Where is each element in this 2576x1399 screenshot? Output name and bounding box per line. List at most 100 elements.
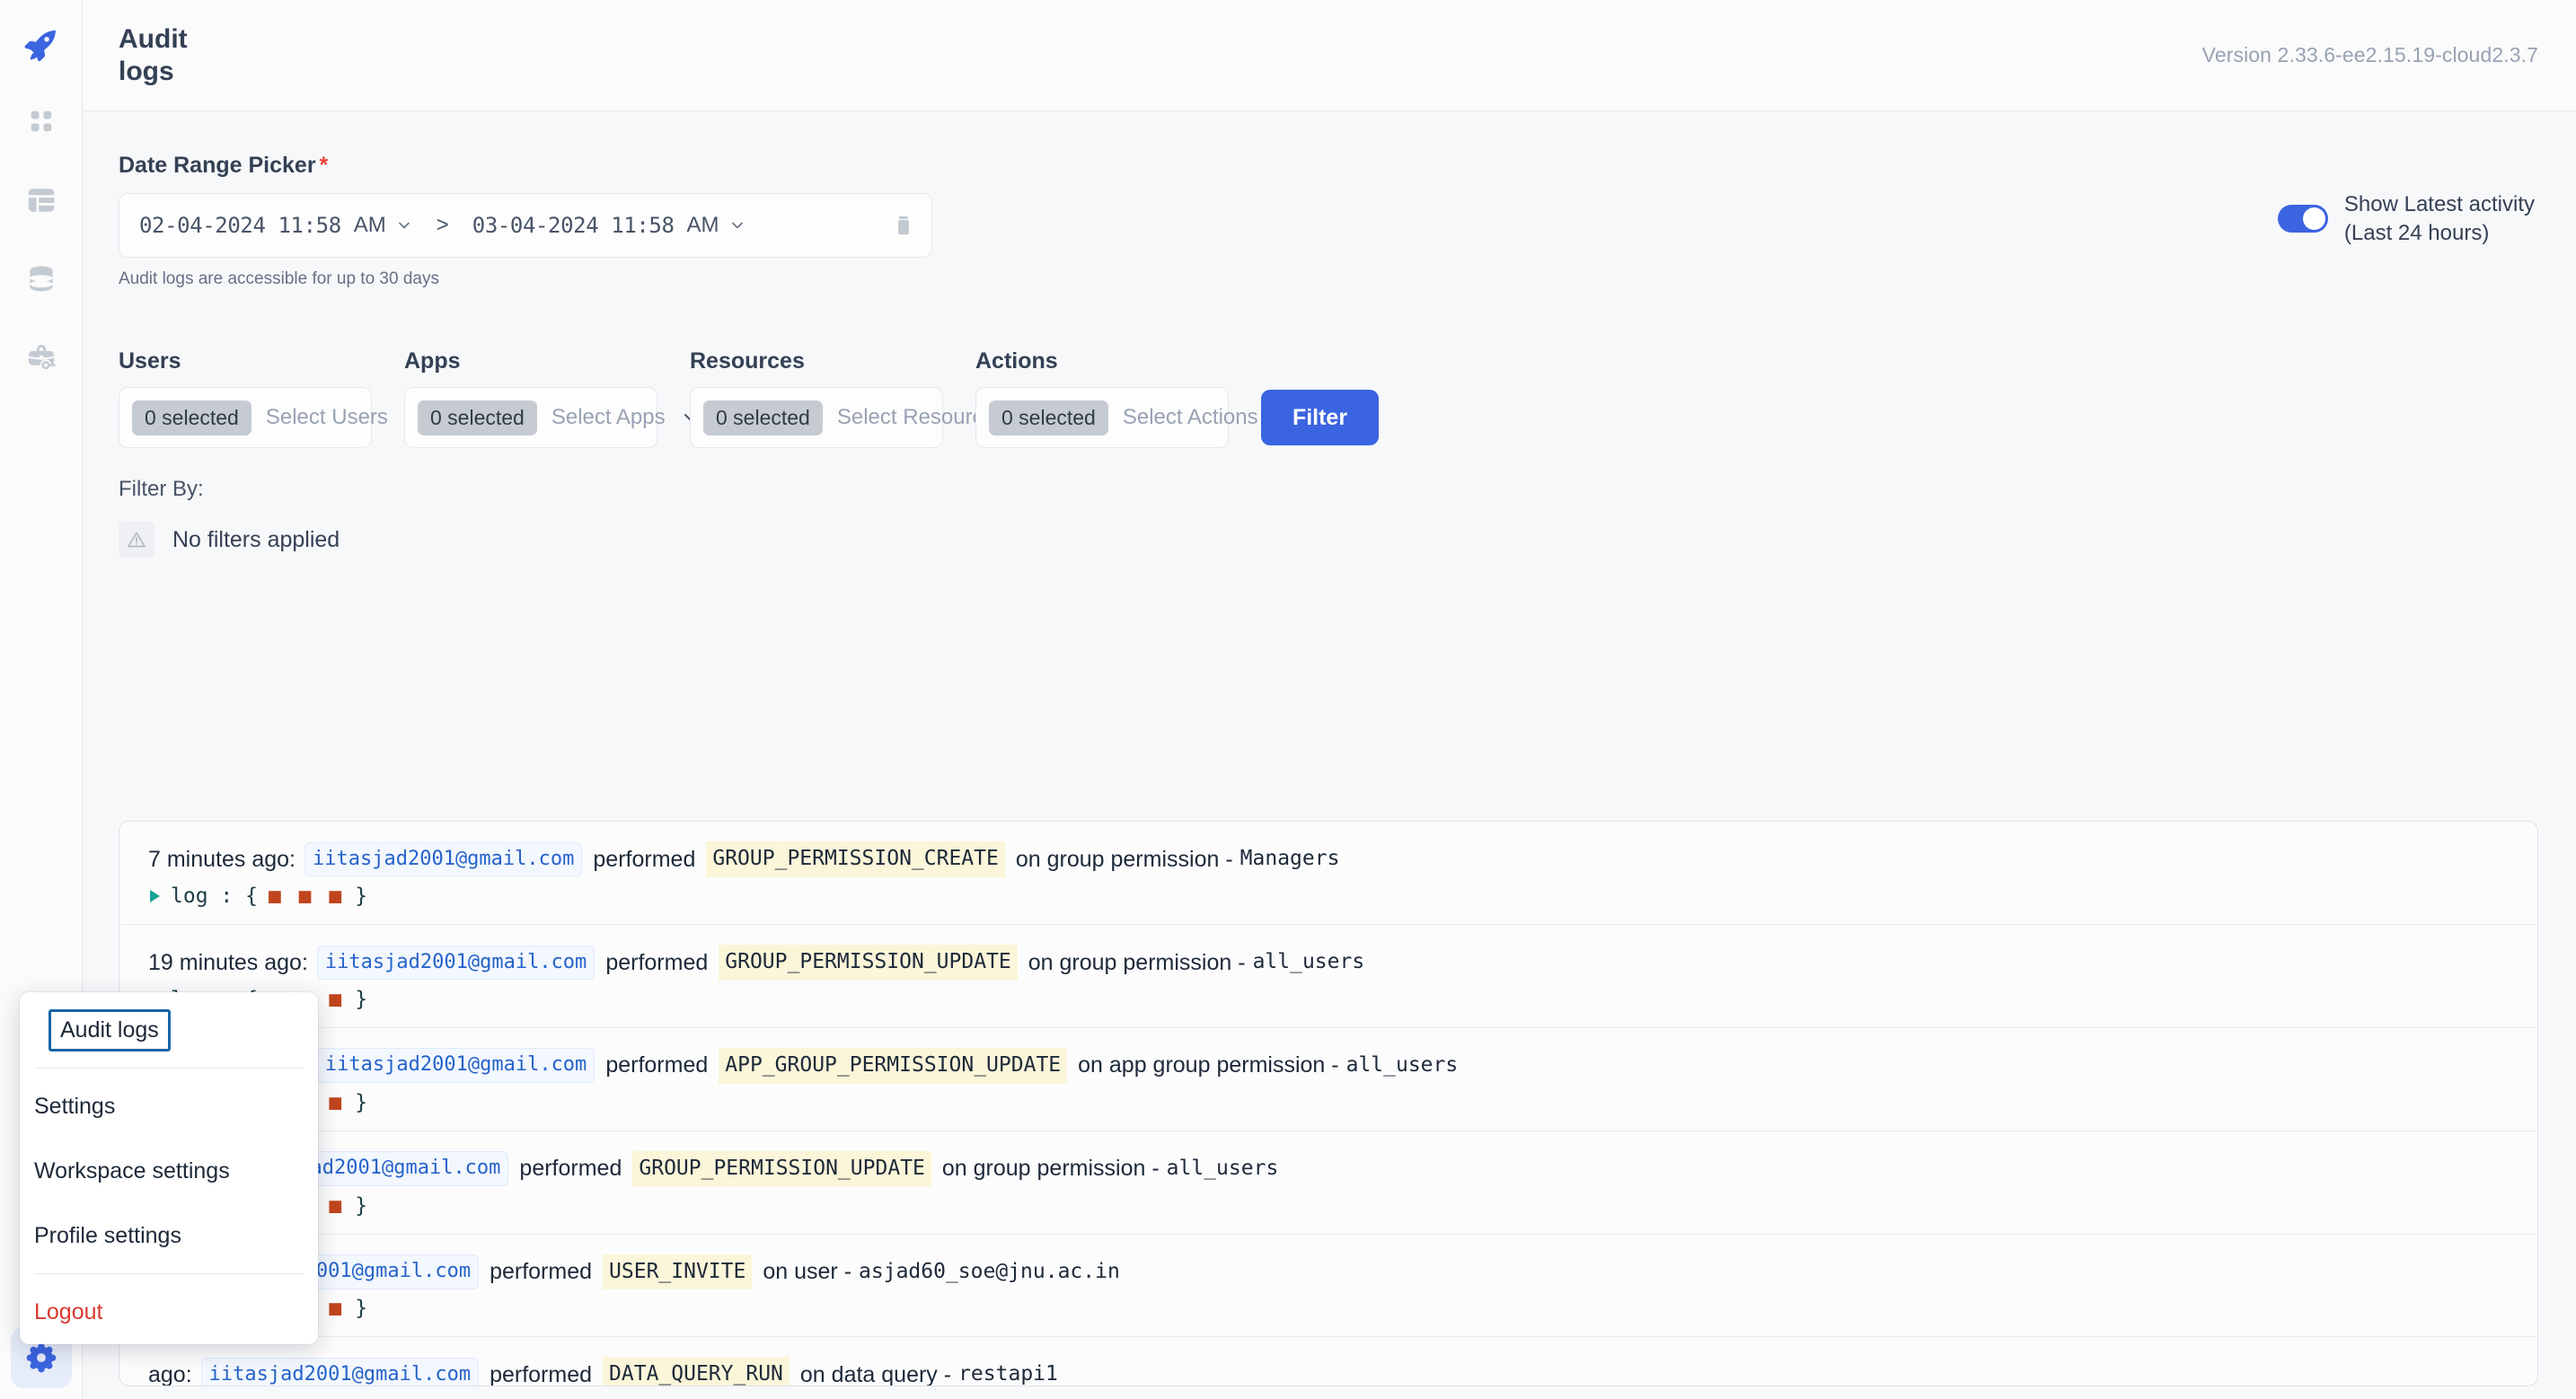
log-target-label: on group permission - [1028, 949, 1246, 975]
database-icon[interactable] [22, 260, 60, 298]
dashboard-layout-icon[interactable] [22, 181, 60, 219]
log-user-email[interactable]: iitasjad2001@gmail.com [304, 841, 583, 877]
menu-item-label: Audit logs [49, 1008, 171, 1051]
menu-divider [34, 1273, 304, 1274]
filter-label-resources: Resources [690, 348, 805, 374]
start-date-value[interactable]: 02-04-2024 [139, 213, 266, 238]
menu-item-label: Workspace settings [34, 1157, 230, 1183]
filter-label-apps: Apps [404, 348, 461, 374]
audit-log-list: 7 minutes ago: iitasjad2001@gmail.com perf… [119, 821, 2538, 1386]
filter-group-actions: Actions 0 selected Select Actions [975, 348, 1290, 448]
toggle-knob [2302, 207, 2325, 231]
date-range-block: Date Range Picker * 02-04-2024 11:58 AM >… [119, 153, 932, 289]
end-time-value[interactable]: 11:58 [611, 213, 675, 238]
audit-log-text: es ago:iitasjad2001@gmail.comperformedGR… [148, 1150, 2509, 1187]
no-filters-row: No filters applied [119, 522, 2538, 558]
log-json-close: } [355, 1090, 368, 1114]
log-user-email[interactable]: iitasjad2001@gmail.com [316, 945, 595, 981]
audit-log-row: ago: iitasjad2001@gmail.com performed DATA_… [119, 1337, 2537, 1386]
log-target-label: on app group permission - [1078, 1052, 1339, 1078]
log-action-badge: DATA_QUERY_RUN [603, 1357, 790, 1386]
range-separator: > [436, 213, 449, 237]
rail-icon-list [22, 102, 60, 377]
log-timestamp: 19 minutes ago: [148, 949, 308, 975]
audit-log-text: ago:iitasjad2001@gmail.comperformedUSER_… [148, 1254, 2509, 1290]
resources-selected-count: 0 selected [703, 400, 823, 436]
menu-item-profile-settings[interactable]: Profile settings [20, 1203, 318, 1268]
log-action-badge: GROUP_PERMISSION_CREATE [706, 841, 1005, 877]
log-json-toggle[interactable]: log : { ■ ■ ■} [148, 884, 2509, 908]
toolbox-key-icon[interactable] [22, 339, 60, 377]
apps-grid-icon[interactable] [22, 102, 60, 140]
menu-item-workspace-settings[interactable]: Workspace settings [20, 1139, 318, 1203]
audit-logs-page: Audit logs Version 2.33.6-ee2.15.19-clou… [0, 0, 2576, 1399]
top-bar: Audit logs Version 2.33.6-ee2.15.19-clou… [83, 0, 2576, 111]
date-range-label: Date Range Picker * [119, 153, 932, 179]
show-latest-activity-toggle[interactable] [2277, 205, 2328, 233]
log-timestamp: ago: [148, 1362, 192, 1386]
menu-item-label: Profile settings [34, 1222, 181, 1248]
select-actions-dropdown[interactable]: 0 selected Select Actions [975, 387, 1290, 448]
log-json-close: } [355, 987, 368, 1011]
profile-dropdown-menu: Audit logs Settings Workspace settings Prof… [20, 992, 318, 1344]
select-apps-dropdown[interactable]: 0 selected Select Apps [404, 387, 697, 448]
log-json-toggle[interactable]: log : {■ ■ ■} [148, 1091, 2509, 1114]
log-json-close: } [355, 1297, 368, 1321]
log-json-toggle[interactable]: log : {■ ■ ■} [148, 1297, 2509, 1320]
log-user-email[interactable]: iitasjad2001@gmail.com [200, 1358, 480, 1386]
audit-log-text: 7 minutes ago: iitasjad2001@gmail.com perf… [148, 841, 2509, 877]
actions-selected-count: 0 selected [989, 400, 1108, 436]
log-json-toggle[interactable]: log : {■ ■ ■} [148, 1194, 2509, 1218]
log-target-label: on group permission - [1015, 846, 1233, 872]
log-target-label: on group permission - [941, 1156, 1160, 1182]
filter-group-apps: Apps 0 selected Select Apps [404, 348, 697, 448]
log-json-ellipsis: ■ ■ ■ [268, 884, 345, 908]
start-meridiem-chevron-down-icon[interactable] [395, 216, 413, 234]
log-resource-name: all_users [1345, 1052, 1459, 1077]
log-resource-name: asjad60_soe@jnu.ac.in [859, 1259, 1120, 1283]
filter-label-users: Users [119, 348, 181, 374]
log-json-close: } [355, 1193, 368, 1218]
menu-item-label: Settings [34, 1093, 116, 1119]
select-resources-dropdown[interactable]: 0 selected Select Resources [690, 387, 1037, 448]
menu-item-audit-logs[interactable]: Audit logs [20, 1001, 318, 1062]
log-timestamp: 7 minutes ago: [148, 846, 296, 872]
log-action-badge: GROUP_PERMISSION_UPDATE [719, 944, 1018, 981]
log-resource-name: restapi1 [958, 1362, 1058, 1386]
log-verb: performed [490, 1259, 593, 1285]
start-meridiem-value[interactable]: AM [354, 213, 386, 238]
audit-log-row: 7 minutes ago: iitasjad2001@gmail.com perf… [119, 822, 2537, 925]
latest-activity-subtitle: (Last 24 hours) [2343, 220, 2490, 245]
latest-activity-labels: Show Latest activity (Last 24 hours) [2344, 190, 2535, 248]
expand-triangle-icon[interactable] [150, 889, 160, 902]
log-json-close: } [355, 884, 368, 908]
log-json-toggle[interactable]: log : {■ ■ ■} [148, 988, 2509, 1011]
end-date-value[interactable]: 03-04-2024 [472, 213, 599, 238]
audit-log-text: 19 minutes ago: iitasjad2001@gmail.com per… [148, 944, 2509, 981]
select-users-dropdown[interactable]: 0 selected Select Users [119, 387, 419, 448]
filter-label-actions: Actions [975, 348, 1058, 374]
date-range-input[interactable]: 02-04-2024 11:58 AM > 03-04-2024 11:58 A… [119, 193, 932, 258]
latest-activity-toggle-group: Show Latest activity (Last 24 hours) [2277, 190, 2535, 248]
log-action-badge: APP_GROUP_PERMISSION_UPDATE [719, 1047, 1068, 1084]
log-action-badge: USER_INVITE [603, 1254, 753, 1290]
log-verb: performed [605, 1052, 709, 1078]
log-json-label: log : { [171, 884, 258, 908]
log-verb: performed [605, 949, 709, 975]
calendar-icon[interactable] [892, 214, 915, 237]
audit-log-row: ago:iitasjad2001@gmail.comperformedUSER_… [119, 1235, 2537, 1338]
filter-group-users: Users 0 selected Select Users [119, 348, 419, 448]
log-user-email[interactable]: iitasjad2001@gmail.com [316, 1048, 595, 1084]
log-resource-name: all_users [1166, 1156, 1279, 1180]
start-time-value[interactable]: 11:58 [278, 213, 342, 238]
version-label: Version 2.33.6-ee2.15.19-cloud2.3.7 [2201, 43, 2538, 66]
menu-item-logout[interactable]: Logout [20, 1280, 318, 1344]
end-meridiem-chevron-down-icon[interactable] [728, 216, 746, 234]
end-meridiem-value[interactable]: AM [687, 213, 719, 238]
log-target-label: on data query - [799, 1362, 952, 1386]
menu-item-settings[interactable]: Settings [20, 1074, 318, 1139]
filter-button[interactable]: Filter [1261, 390, 1379, 445]
rocket-icon[interactable] [16, 20, 66, 70]
audit-log-row: 19 minutes ago: iitasjad2001@gmail.com per… [119, 925, 2537, 1028]
page-title: Audit logs [119, 24, 188, 86]
